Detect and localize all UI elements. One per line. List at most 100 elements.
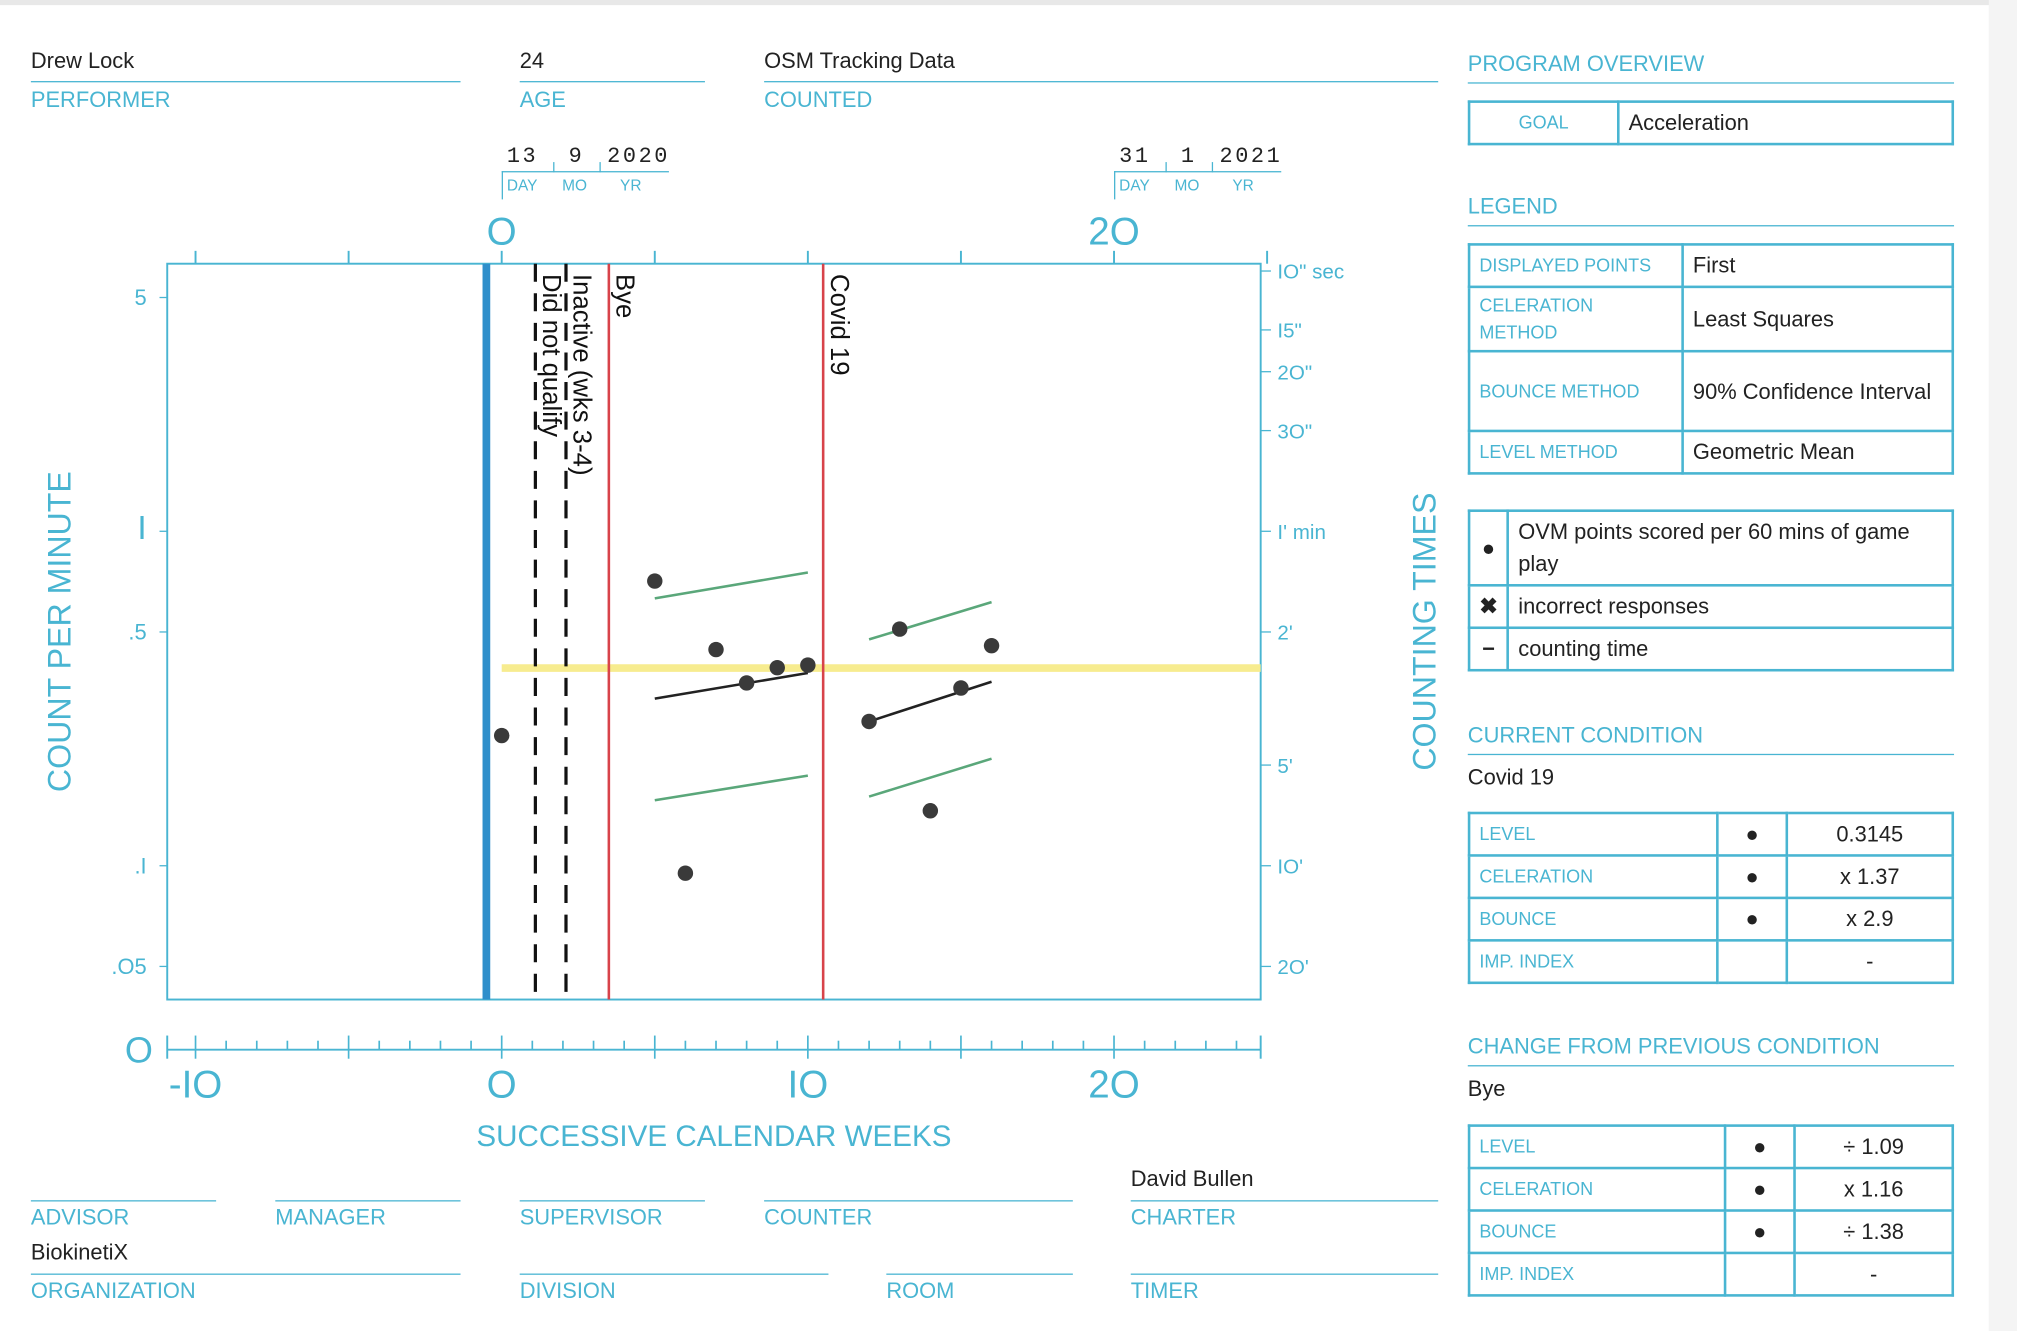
data-point	[677, 865, 694, 881]
division-label: DIVISION	[519, 1278, 616, 1304]
dot-icon: ●	[1723, 1124, 1796, 1170]
divider	[30, 1200, 217, 1202]
right-axis-tick-label: IO'	[1277, 855, 1303, 878]
timer-label: TIMER	[1130, 1278, 1199, 1304]
stat-row: IMP. INDEX -	[1467, 939, 1955, 985]
right-axis-tick-label: 2O'	[1277, 956, 1308, 979]
right-axis-tick-label: 3O"	[1277, 420, 1312, 443]
date-day: 31	[1119, 145, 1151, 170]
right-axis-tick-label: IO" sec	[1277, 261, 1344, 284]
y-axis-tick-label: I	[137, 510, 146, 547]
stat-value: -	[1785, 939, 1955, 985]
x-axis-title: SUCCESSIVE CALENDAR WEEKS	[476, 1120, 951, 1153]
room-label: ROOM	[886, 1278, 955, 1304]
divider	[519, 1200, 705, 1202]
stat-row: CELERATION ● x 1.16	[1467, 1166, 1955, 1212]
charter-value: David Bullen	[1130, 1166, 1254, 1192]
month-label: MO	[1174, 176, 1200, 195]
y-axis-title: COUNT PER MINUTE	[42, 471, 78, 792]
data-point	[983, 637, 1000, 654]
stat-row: BOUNCE ● x 2.9	[1467, 896, 1955, 942]
dash-icon: −	[1467, 626, 1510, 672]
legend-key: BOUNCE METHOD	[1467, 349, 1684, 433]
dot-icon: ●	[1716, 854, 1789, 900]
supervisor-field[interactable]: SUPERVISOR	[519, 1164, 705, 1241]
legend-value: First	[1681, 243, 1955, 289]
plot-frame	[166, 262, 1262, 1001]
stat-label: LEVEL	[1467, 811, 1719, 857]
symbol-row: − counting time	[1467, 626, 1955, 672]
data-point	[861, 713, 877, 730]
legend-table: DISPLAYED POINTS First CELERATION METHOD Le…	[1467, 243, 1955, 475]
y-axis-tick-label: .5	[128, 620, 146, 645]
change-title: CHANGE FROM PREVIOUS CONDITION	[1467, 1034, 1955, 1067]
divider	[1130, 1273, 1439, 1275]
current-condition-table: LEVEL ● 0.3145 CELERATION ● x 1.37 BOUNCE ● x 2.…	[1467, 811, 1955, 985]
data-point	[800, 657, 816, 673]
celeration-line	[868, 680, 992, 723]
advisor-label: ADVISOR	[30, 1205, 130, 1230]
stat-label: CELERATION	[1467, 854, 1719, 900]
stat-value: x 1.37	[1785, 854, 1955, 900]
stat-value: x 1.16	[1793, 1166, 1955, 1212]
stat-value: ÷ 1.09	[1793, 1124, 1955, 1170]
phase-label: Did not qualify	[537, 274, 565, 437]
stat-label: CELERATION	[1467, 1166, 1727, 1212]
data-point	[922, 803, 939, 819]
symbol-row: ● OVM points scored per 60 mins of game p…	[1467, 509, 1955, 587]
phase-label: Inactive (wks 3-4)	[568, 274, 596, 476]
legend-row: CELERATION METHOD Least Squares	[1467, 285, 1955, 353]
top-axis-tick-label: O	[487, 210, 517, 253]
legend-row: DISPLAYED POINTS First	[1467, 243, 1955, 289]
organization-value: BiokinetiX	[30, 1240, 129, 1265]
dot-icon: ●	[1716, 811, 1789, 857]
data-point	[493, 727, 510, 744]
date-year: 2021	[1219, 145, 1283, 170]
organization-field[interactable]: BiokinetiX ORGANIZATION	[30, 1238, 461, 1315]
symbol-row: ✖ incorrect responses	[1467, 584, 1955, 630]
divider	[275, 1200, 461, 1202]
day-label: DAY	[1119, 176, 1150, 195]
x-axis-tick-label: -IO	[169, 1063, 223, 1106]
bounce-upper-line	[868, 600, 992, 641]
year-label: YR	[620, 176, 642, 195]
divider	[886, 1273, 1073, 1275]
date-day: 13	[506, 145, 539, 170]
organization-label: ORGANIZATION	[30, 1278, 196, 1304]
advisor-field[interactable]: ADVISOR	[30, 1164, 217, 1241]
goal-value: Acceleration	[1617, 100, 1955, 146]
counter-field[interactable]: COUNTER	[764, 1164, 1073, 1241]
data-point	[708, 641, 724, 658]
manager-field[interactable]: MANAGER	[275, 1164, 461, 1241]
y-axis-tick-label: .I	[134, 853, 146, 878]
supervisor-label: SUPERVISOR	[519, 1205, 663, 1230]
counter-label: COUNTER	[764, 1205, 873, 1230]
date-year: 2020	[607, 145, 670, 170]
end-date: 31 1 2021 DAY MO YR	[1114, 145, 1284, 203]
charter-field[interactable]: David Bullen CHARTER	[1130, 1164, 1439, 1241]
celeration-chart-page: Drew Lock PERFORMER 24 AGE OSM Tracking …	[0, 0, 2017, 1331]
x-axis-tick-label: 2O	[1088, 1063, 1139, 1106]
data-point	[647, 573, 663, 589]
x-axis-zero-label: O	[125, 1030, 153, 1071]
start-date: 13 9 2020 DAY MO YR	[501, 145, 672, 203]
empty-cell	[1723, 1251, 1796, 1297]
symbol-description: OVM points scored per 60 mins of game pl…	[1506, 509, 1955, 587]
timer-field[interactable]: TIMER	[1130, 1238, 1439, 1315]
division-field[interactable]: DIVISION	[519, 1238, 829, 1315]
data-point	[769, 659, 785, 676]
day-label: DAY	[506, 176, 538, 195]
legend-row: LEVEL METHOD Geometric Mean	[1467, 429, 1955, 475]
stat-value: 0.3145	[1785, 811, 1955, 857]
x-axis-tick-label: O	[487, 1063, 517, 1106]
dot-icon: ●	[1723, 1166, 1796, 1212]
stat-value: x 2.9	[1785, 896, 1955, 942]
room-field[interactable]: ROOM	[886, 1238, 1073, 1315]
celeration-line	[654, 671, 809, 700]
stat-label: BOUNCE	[1467, 896, 1719, 942]
symbol-description: counting time	[1506, 626, 1955, 672]
cross-icon: ✖	[1467, 584, 1510, 630]
legend-key: DISPLAYED POINTS	[1467, 243, 1684, 289]
current-condition-name: Covid 19	[1467, 765, 1555, 790]
top-axis-tick-label: 2O	[1088, 210, 1139, 253]
